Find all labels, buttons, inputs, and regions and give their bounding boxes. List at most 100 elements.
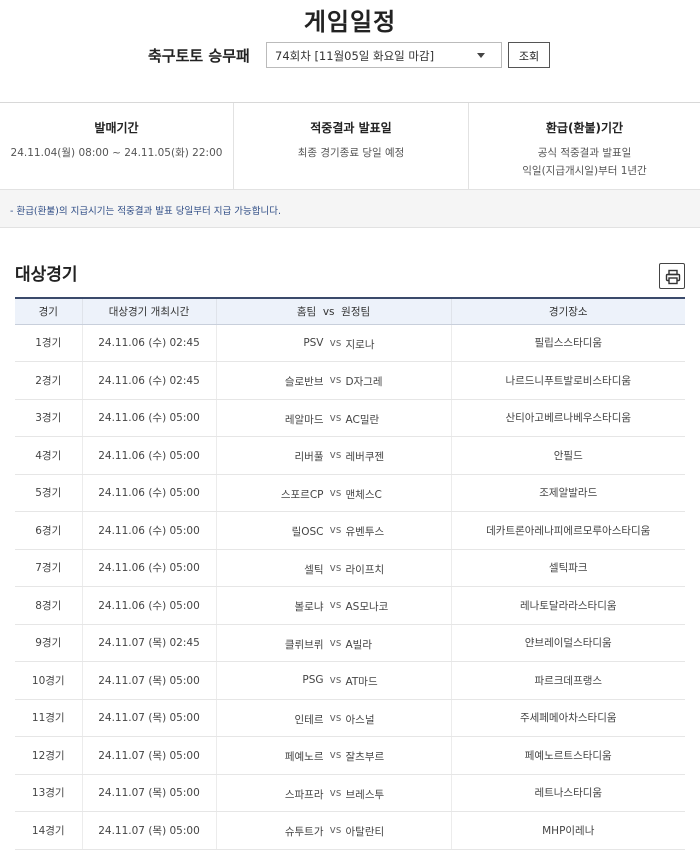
away-team: AC밀란 — [345, 413, 380, 426]
match-venue: 셀틱파크 — [450, 549, 685, 587]
table-row: 3경기 24.11.06 (수) 05:00 레알마드 vs AC밀란 산티아고베르나베우… — [15, 399, 685, 437]
print-button[interactable] — [659, 263, 685, 289]
sale-period-text: 24.11.04(월) 08:00 ~ 24.11.05(화) 22:00 — [10, 147, 223, 159]
home-team: 스파프라 — [284, 788, 324, 801]
match-time: 24.11.06 (수) 05:00 — [81, 586, 216, 625]
vs-label: vs — [329, 786, 342, 799]
match-teams: 릴OSC vs 유벤투스 — [215, 511, 451, 550]
home-team: PSG — [302, 674, 324, 686]
table-row: 4경기 24.11.06 (수) 05:00 리버풀 vs 레버쿠젠 안필드 — [15, 436, 685, 475]
away-team: 레버쿠젠 — [345, 451, 385, 463]
game-number: 8경기 — [15, 586, 82, 625]
match-venue: 파르크데프랭스 — [450, 661, 685, 700]
search-button[interactable]: 조회 — [508, 42, 550, 68]
game-number: 10경기 — [15, 661, 82, 700]
table-row: 9경기 24.11.07 (목) 02:45 클뤼브뤼 vs A빌라 얀브레이덜스타디움 — [15, 624, 685, 662]
table-header-row: 경기 대상경기 개최시간 홈팀 vs 원정팀 경기장소 — [15, 298, 685, 325]
refund-period-line1: 공식 적중결과 발표일 — [537, 147, 632, 159]
home-team: 인테르 — [294, 713, 324, 726]
game-number: 7경기 — [15, 549, 82, 587]
notice-text: - 환급(환불)의 지급시기는 적중결과 발표 당일부터 지급 가능합니다. — [10, 206, 281, 217]
game-number: 5경기 — [15, 474, 82, 512]
notice-bar: - 환급(환불)의 지급시기는 적중결과 발표 당일부터 지급 가능합니다. — [0, 190, 700, 228]
match-time: 24.11.07 (목) 02:45 — [81, 624, 216, 662]
match-venue: 페예노르트스타디움 — [450, 736, 685, 775]
away-team: 라이프치 — [345, 563, 385, 576]
section-title: 대상경기 — [15, 265, 78, 285]
away-team: 맨체스C — [345, 488, 382, 501]
round-select[interactable]: 74회차 [11월05일 화요일 마감] — [266, 42, 502, 68]
home-team: 페예노르 — [284, 751, 324, 763]
match-time: 24.11.07 (목) 05:00 — [81, 736, 216, 775]
away-team: 잘츠부르 — [345, 751, 385, 763]
match-time: 24.11.06 (수) 02:45 — [81, 361, 216, 400]
match-time: 24.11.07 (목) 05:00 — [81, 774, 216, 812]
match-venue: 주세페메아차스타디움 — [450, 699, 685, 737]
match-time: 24.11.07 (목) 05:00 — [81, 811, 216, 850]
match-teams: 클뤼브뤼 vs A빌라 — [215, 624, 451, 662]
game-number: 6경기 — [15, 511, 82, 550]
game-number: 13경기 — [15, 774, 82, 812]
match-time: 24.11.06 (수) 05:00 — [81, 399, 216, 437]
match-venue: 레트나스타디움 — [450, 774, 685, 812]
away-team: AS모나코 — [345, 601, 389, 613]
result-date-info: 적중결과 발표일 최종 경기종료 당일 예정 — [233, 103, 468, 189]
refund-period-heading: 환급(환불)기간 — [545, 121, 624, 135]
home-team: PSV — [303, 336, 324, 349]
match-teams: 슬로반브 vs D자그레 — [215, 361, 451, 400]
match-table: 경기 대상경기 개최시간 홈팀 vs 원정팀 경기장소 1경기 24.11.06 … — [15, 297, 685, 850]
col-header-venue: 경기장소 — [450, 298, 685, 325]
match-teams: 레알마드 vs AC밀란 — [215, 399, 451, 437]
away-team: 아스널 — [345, 713, 375, 726]
table-row: 13경기 24.11.07 (목) 05:00 스파프라 vs 브레스투 레트나스타디움 — [15, 774, 685, 812]
match-time: 24.11.06 (수) 02:45 — [81, 324, 216, 362]
page-title: 게임일정 — [303, 8, 397, 36]
game-number: 12경기 — [15, 736, 82, 775]
match-teams: 슈투트가 vs 아탈란티 — [215, 811, 451, 850]
home-team: 리버풀 — [294, 451, 324, 463]
chevron-down-icon — [477, 53, 485, 58]
vs-label: vs — [329, 524, 342, 536]
away-team: A빌라 — [345, 638, 373, 651]
game-number: 1경기 — [15, 324, 82, 362]
table-row: 8경기 24.11.06 (수) 05:00 볼로냐 vs AS모나코 레나토달라라스타디… — [15, 586, 685, 625]
col-header-teams: 홈팀 vs 원정팀 — [215, 298, 451, 325]
col-header-time: 대상경기 개최시간 — [81, 298, 216, 325]
game-number: 3경기 — [15, 399, 82, 437]
sale-info-panel: 발매기간 24.11.04(월) 08:00 ~ 24.11.05(화) 22:… — [0, 102, 700, 190]
match-teams: PSG vs AT마드 — [215, 661, 451, 700]
match-venue: 조제알발라드 — [450, 474, 685, 512]
game-type-label: 축구토토 승무패 — [148, 47, 250, 65]
match-teams: 리버풀 vs 레버쿠젠 — [215, 436, 451, 475]
table-row: 12경기 24.11.07 (목) 05:00 페예노르 vs 잘츠부르 페예노르트스타디… — [15, 736, 685, 775]
match-venue: 산티아고베르나베우스타디움 — [450, 399, 685, 437]
sale-period-info: 발매기간 24.11.04(월) 08:00 ~ 24.11.05(화) 22:… — [0, 103, 233, 189]
game-number: 4경기 — [15, 436, 82, 475]
match-venue: MHP이레나 — [450, 811, 685, 850]
table-row: 14경기 24.11.07 (목) 05:00 슈투트가 vs 아탈란티 MHP이레나 — [15, 811, 685, 850]
home-team: 릴OSC — [291, 526, 324, 538]
match-time: 24.11.07 (목) 05:00 — [81, 661, 216, 700]
away-team: 유벤투스 — [345, 526, 385, 538]
vs-label: vs — [329, 636, 342, 649]
table-row: 7경기 24.11.06 (수) 05:00 셀틱 vs 라이프치 셀틱파크 — [15, 549, 685, 587]
match-teams: 페예노르 vs 잘츠부르 — [215, 736, 451, 775]
match-time: 24.11.06 (수) 05:00 — [81, 549, 216, 587]
result-date-text: 최종 경기종료 당일 예정 — [297, 147, 405, 159]
home-team: 볼로냐 — [294, 601, 324, 613]
vs-label: vs — [329, 599, 342, 611]
refund-period-info: 환급(환불)기간 공식 적중결과 발표일 익일(지급개시일)부터 1년간 — [468, 103, 700, 189]
vs-label: vs — [329, 749, 342, 761]
vs-label: vs — [329, 411, 342, 424]
home-team: 스포르CP — [280, 488, 324, 501]
table-row: 1경기 24.11.06 (수) 02:45 PSV vs 지로나 필립스스타디움 — [15, 324, 685, 362]
game-number: 14경기 — [15, 811, 82, 850]
away-team: 브레스투 — [345, 788, 385, 801]
vs-label: vs — [329, 824, 342, 836]
table-row: 10경기 24.11.07 (목) 05:00 PSG vs AT마드 파르크데프랭스 — [15, 661, 685, 700]
vs-label: vs — [329, 674, 342, 686]
match-venue: 데카트론아레나피에르모루아스타디움 — [450, 511, 685, 550]
match-time: 24.11.06 (수) 05:00 — [81, 474, 216, 512]
table-row: 11경기 24.11.07 (목) 05:00 인테르 vs 아스널 주세페메아차스타디움 — [15, 699, 685, 737]
round-select-value: 74회차 [11월05일 화요일 마감] — [275, 49, 435, 63]
